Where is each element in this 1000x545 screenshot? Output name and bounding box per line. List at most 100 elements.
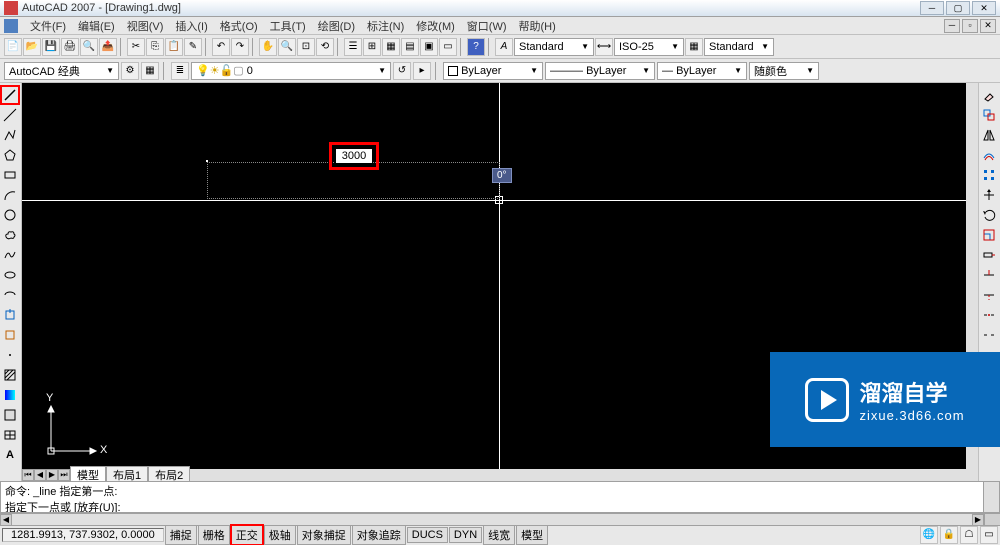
cut-button[interactable]: ✂ [127, 38, 145, 56]
menu-dimension[interactable]: 标注(N) [361, 18, 410, 34]
circle-tool[interactable] [0, 205, 20, 225]
doc-minimize-button[interactable]: ─ [944, 19, 960, 33]
text-style-icon[interactable]: A [495, 38, 513, 56]
region-tool[interactable] [0, 405, 20, 425]
ortho-toggle[interactable]: 正交 [231, 525, 263, 545]
plot-preview-button[interactable]: 🔍 [80, 38, 98, 56]
model-tab[interactable]: 模型 [70, 466, 106, 481]
polygon-tool[interactable] [0, 145, 20, 165]
menu-draw[interactable]: 绘图(D) [312, 18, 361, 34]
maximize-button[interactable]: ▢ [946, 1, 970, 15]
tab-first-button[interactable]: ⏮ [22, 469, 34, 481]
tab-prev-button[interactable]: ◀ [34, 469, 46, 481]
match-properties-button[interactable]: ✎ [184, 38, 202, 56]
redo-button[interactable]: ↷ [231, 38, 249, 56]
tray-settings-icon[interactable]: ☖ [960, 526, 978, 544]
menu-tools[interactable]: 工具(T) [264, 18, 312, 34]
revision-cloud-tool[interactable] [0, 225, 20, 245]
tab-next-button[interactable]: ▶ [46, 469, 58, 481]
plotstyle-select[interactable]: 随颜色▼ [749, 62, 819, 80]
workspace-select[interactable]: AutoCAD 经典▼ [4, 62, 119, 80]
menu-view[interactable]: 视图(V) [121, 18, 170, 34]
design-center-button[interactable]: ⊞ [363, 38, 381, 56]
arc-tool[interactable] [0, 185, 20, 205]
undo-button[interactable]: ↶ [212, 38, 230, 56]
sheet-set-button[interactable]: ▤ [401, 38, 419, 56]
copy-tool[interactable] [979, 105, 999, 125]
ellipse-tool[interactable] [0, 265, 20, 285]
layout1-tab[interactable]: 布局1 [106, 466, 148, 481]
lock-icon[interactable]: 🔒 [940, 526, 958, 544]
comm-center-icon[interactable]: 🌐 [920, 526, 938, 544]
move-tool[interactable] [979, 185, 999, 205]
gradient-tool[interactable] [0, 385, 20, 405]
clean-screen-icon[interactable]: ▭ [980, 526, 998, 544]
publish-button[interactable]: 📤 [99, 38, 117, 56]
table-style-select[interactable]: Standard▼ [704, 38, 774, 56]
menu-window[interactable]: 窗口(W) [461, 18, 513, 34]
command-vscroll[interactable] [983, 482, 999, 512]
command-hscroll[interactable]: ◀ ▶ [0, 513, 1000, 525]
menu-file[interactable]: 文件(F) [24, 18, 72, 34]
color-select[interactable]: ByLayer▼ [443, 62, 543, 80]
properties-button[interactable]: ☰ [344, 38, 362, 56]
menu-insert[interactable]: 插入(I) [169, 18, 213, 34]
table-style-icon[interactable]: ▦ [685, 38, 703, 56]
dynamic-input-box[interactable] [332, 145, 376, 167]
zoom-window-button[interactable]: ⊡ [297, 38, 315, 56]
polar-toggle[interactable]: 极轴 [264, 525, 296, 545]
new-button[interactable]: 📄 [4, 38, 22, 56]
osnap-toggle[interactable]: 对象捕捉 [297, 525, 351, 545]
ducs-toggle[interactable]: DUCS [407, 527, 448, 543]
dynamic-length-input[interactable] [335, 148, 373, 164]
copy-button[interactable]: ⎘ [146, 38, 164, 56]
mirror-tool[interactable] [979, 125, 999, 145]
text-style-select[interactable]: Standard▼ [514, 38, 594, 56]
cmd-scroll-right[interactable]: ▶ [972, 514, 984, 526]
lwt-toggle[interactable]: 线宽 [483, 525, 515, 545]
quickcalc-button[interactable]: ▭ [439, 38, 457, 56]
offset-tool[interactable] [979, 145, 999, 165]
workspace-save-button[interactable]: ▦ [141, 62, 159, 80]
coordinates-display[interactable]: 1281.9913, 737.9302, 0.0000 [2, 528, 164, 542]
minimize-button[interactable]: ─ [920, 1, 944, 15]
make-block-tool[interactable] [0, 325, 20, 345]
hatch-tool[interactable] [0, 365, 20, 385]
stretch-tool[interactable] [979, 245, 999, 265]
dim-style-select[interactable]: ISO-25▼ [614, 38, 684, 56]
layer-properties-button[interactable]: ≣ [171, 62, 189, 80]
layer-states-button[interactable]: ▸ [413, 62, 431, 80]
zoom-realtime-button[interactable]: 🔍 [278, 38, 296, 56]
tab-last-button[interactable]: ⏭ [58, 469, 70, 481]
grid-toggle[interactable]: 栅格 [198, 525, 230, 545]
scale-tool[interactable] [979, 225, 999, 245]
tool-palettes-button[interactable]: ▦ [382, 38, 400, 56]
menu-modify[interactable]: 修改(M) [410, 18, 461, 34]
ellipse-arc-tool[interactable] [0, 285, 20, 305]
cmd-scroll-left[interactable]: ◀ [0, 514, 12, 526]
menu-help[interactable]: 帮助(H) [513, 18, 562, 34]
point-tool[interactable] [0, 345, 20, 365]
rectangle-tool[interactable] [0, 165, 20, 185]
rotate-tool[interactable] [979, 205, 999, 225]
spline-tool[interactable] [0, 245, 20, 265]
line-tool[interactable] [0, 85, 20, 105]
horizontal-scrollbar[interactable]: ⏮ ◀ ▶ ⏭ 模型 布局1 布局2 [22, 469, 978, 481]
workspace-settings-button[interactable]: ⚙ [121, 62, 139, 80]
layout2-tab[interactable]: 布局2 [148, 466, 190, 481]
command-window[interactable]: 命令: _line 指定第一点: 指定下一点或 [放弃(U)]: [0, 481, 1000, 513]
polyline-tool[interactable] [0, 125, 20, 145]
extend-tool[interactable] [979, 285, 999, 305]
break-at-point-tool[interactable] [979, 305, 999, 325]
zoom-previous-button[interactable]: ⟲ [316, 38, 334, 56]
erase-tool[interactable] [979, 85, 999, 105]
model-toggle[interactable]: 模型 [516, 525, 548, 545]
pan-button[interactable]: ✋ [259, 38, 277, 56]
trim-tool[interactable] [979, 265, 999, 285]
open-button[interactable]: 📂 [23, 38, 41, 56]
snap-toggle[interactable]: 捕捉 [165, 525, 197, 545]
dyn-toggle[interactable]: DYN [449, 527, 482, 543]
doc-restore-button[interactable]: ▫ [962, 19, 978, 33]
otrack-toggle[interactable]: 对象追踪 [352, 525, 406, 545]
plot-button[interactable]: 🖨 [61, 38, 79, 56]
